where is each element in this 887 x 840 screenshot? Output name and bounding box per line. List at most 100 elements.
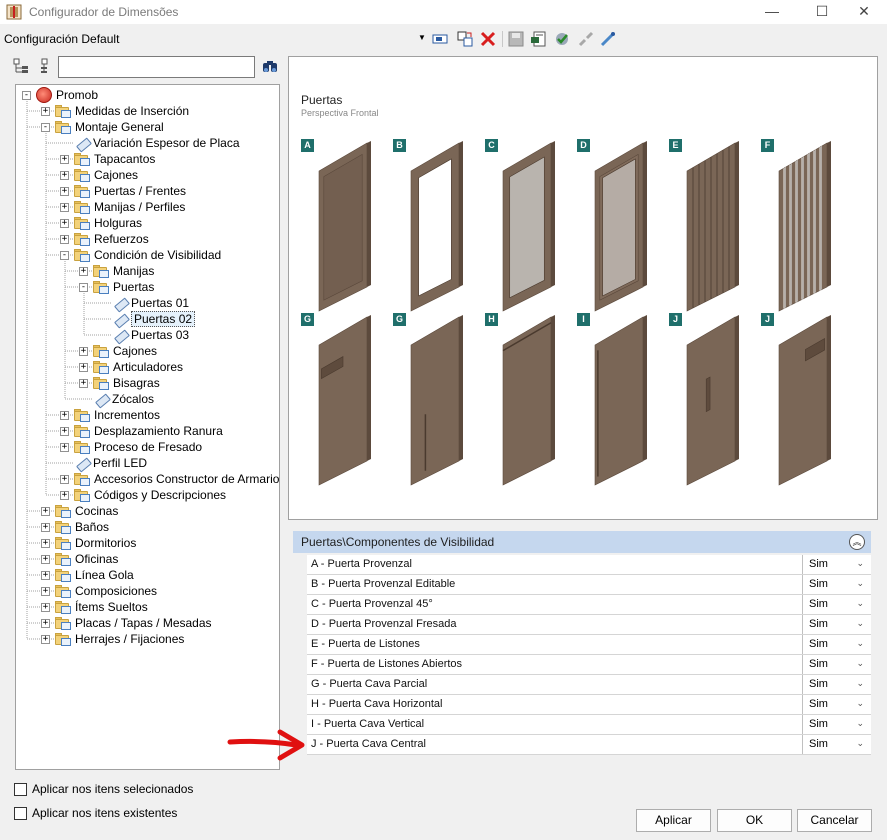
expand-icon[interactable]: + xyxy=(41,507,50,516)
property-row[interactable]: G - Puerta Cava Parcial Sim ⌄ xyxy=(307,675,871,695)
tree-node[interactable]: Puertas 02 xyxy=(112,311,196,327)
chevron-down-icon[interactable]: ⌄ xyxy=(856,558,864,569)
chevron-down-icon[interactable]: ⌄ xyxy=(856,678,864,689)
collapse-tree-icon[interactable]: - xyxy=(60,251,69,260)
property-value-select[interactable]: Sim ⌄ xyxy=(802,735,870,754)
tree-node[interactable]: Incrementos xyxy=(74,407,160,423)
chevron-down-icon[interactable]: ⌄ xyxy=(856,618,864,629)
binoculars-icon[interactable] xyxy=(262,58,278,74)
collapse-tree-icon[interactable]: - xyxy=(22,91,31,100)
category-tree[interactable]: Promob - Medidas de Inserción + Montaje Gene… xyxy=(15,84,280,770)
connect-icon[interactable] xyxy=(599,30,617,48)
property-value-select[interactable]: Sim ⌄ xyxy=(802,555,870,574)
expand-icon[interactable]: + xyxy=(60,171,69,180)
property-value-select[interactable]: Sim ⌄ xyxy=(802,655,870,674)
tree-node[interactable]: Cajones xyxy=(74,167,138,183)
tree-node[interactable]: Herrajes / Fijaciones xyxy=(55,631,184,647)
property-row[interactable]: I - Puerta Cava Vertical Sim ⌄ xyxy=(307,715,871,735)
tree-node[interactable]: Refuerzos xyxy=(74,231,149,247)
expand-icon[interactable]: + xyxy=(60,411,69,420)
property-value-select[interactable]: Sim ⌄ xyxy=(802,675,870,694)
property-value-select[interactable]: Sim ⌄ xyxy=(802,715,870,734)
maximize-button[interactable]: ☐ xyxy=(799,0,845,24)
chevron-down-icon[interactable]: ⌄ xyxy=(856,658,864,669)
property-row[interactable]: J - Puerta Cava Central Sim ⌄ xyxy=(307,735,871,755)
expand-icon[interactable]: + xyxy=(60,235,69,244)
delete-icon[interactable] xyxy=(479,30,497,48)
property-row[interactable]: C - Puerta Provenzal 45° Sim ⌄ xyxy=(307,595,871,615)
tree-node[interactable]: Montaje General xyxy=(55,119,164,135)
tree-node[interactable]: Bisagras xyxy=(93,375,160,391)
property-value-select[interactable]: Sim ⌄ xyxy=(802,615,870,634)
property-value-select[interactable]: Sim ⌄ xyxy=(802,575,870,594)
export-icon[interactable] xyxy=(530,30,548,48)
property-row[interactable]: B - Puerta Provenzal Editable Sim ⌄ xyxy=(307,575,871,595)
tree-node[interactable]: Línea Gola xyxy=(55,567,134,583)
expand-icon[interactable]: + xyxy=(41,571,50,580)
expand-icon[interactable]: + xyxy=(41,603,50,612)
cancel-button[interactable]: Cancelar xyxy=(797,809,872,832)
tree-node[interactable]: Variación Espesor de Placa xyxy=(74,135,240,151)
chevron-down-icon[interactable]: ⌄ xyxy=(856,598,864,609)
expand-icon[interactable]: + xyxy=(79,379,88,388)
tree-node[interactable]: Oficinas xyxy=(55,551,118,567)
tree-node[interactable]: Holguras xyxy=(74,215,142,231)
expand-icon[interactable]: + xyxy=(60,443,69,452)
tree-node[interactable]: Desplazamiento Ranura xyxy=(74,423,223,439)
expand-icon[interactable]: + xyxy=(79,347,88,356)
tree-node[interactable]: Zócalos xyxy=(93,391,154,407)
property-value-select[interactable]: Sim ⌄ xyxy=(802,635,870,654)
tree-node[interactable]: Puertas 03 xyxy=(112,327,189,343)
tree-node[interactable]: Códigos y Descripciones xyxy=(74,487,226,503)
ok-button[interactable]: OK xyxy=(717,809,792,832)
tree-node[interactable]: Proceso de Fresado xyxy=(74,439,202,455)
tree-node[interactable]: Tapacantos xyxy=(74,151,155,167)
disconnect-icon[interactable] xyxy=(577,30,595,48)
minimize-button[interactable]: — xyxy=(749,0,795,24)
collapse-tree-icon[interactable]: - xyxy=(79,283,88,292)
tree-node[interactable]: Puertas xyxy=(93,279,154,295)
collapse-all-icon[interactable] xyxy=(39,58,51,74)
collapse-tree-icon[interactable]: - xyxy=(41,123,50,132)
property-row[interactable]: H - Puerta Cava Horizontal Sim ⌄ xyxy=(307,695,871,715)
property-value-select[interactable]: Sim ⌄ xyxy=(802,695,870,714)
expand-all-icon[interactable] xyxy=(13,58,29,74)
tree-node[interactable]: Articuladores xyxy=(93,359,183,375)
save-icon[interactable] xyxy=(507,30,525,48)
expand-icon[interactable]: + xyxy=(79,267,88,276)
tree-node[interactable]: Puertas 01 xyxy=(112,295,189,311)
property-row[interactable]: A - Puerta Provenzal Sim ⌄ xyxy=(307,555,871,575)
tree-node[interactable]: Manijas / Perfiles xyxy=(74,199,185,215)
expand-icon[interactable]: + xyxy=(60,491,69,500)
expand-icon[interactable]: + xyxy=(41,587,50,596)
expand-icon[interactable]: + xyxy=(41,107,50,116)
tree-node[interactable]: Condición de Visibilidad xyxy=(74,247,221,263)
expand-icon[interactable]: + xyxy=(41,555,50,564)
collapse-icon[interactable]: ︽ xyxy=(849,534,865,550)
tree-node[interactable]: Cocinas xyxy=(55,503,118,519)
chevron-down-icon[interactable]: ⌄ xyxy=(856,698,864,709)
expand-icon[interactable]: + xyxy=(41,635,50,644)
validate-icon[interactable] xyxy=(553,30,571,48)
tree-node[interactable]: Perfil LED xyxy=(74,455,147,471)
tree-node[interactable]: Manijas xyxy=(93,263,154,279)
tree-node[interactable]: Composiciones xyxy=(55,583,157,599)
property-value-select[interactable]: Sim ⌄ xyxy=(802,595,870,614)
tree-node[interactable]: Dormitorios xyxy=(55,535,136,551)
expand-icon[interactable]: + xyxy=(60,203,69,212)
expand-icon[interactable]: + xyxy=(41,619,50,628)
expand-icon[interactable]: + xyxy=(60,155,69,164)
expand-icon[interactable]: + xyxy=(41,539,50,548)
tree-node[interactable]: Promob xyxy=(36,87,98,103)
chevron-down-icon[interactable]: ▼ xyxy=(417,33,427,43)
expand-icon[interactable]: + xyxy=(41,523,50,532)
apply-existing-checkbox[interactable] xyxy=(14,807,27,820)
expand-icon[interactable]: + xyxy=(60,427,69,436)
expand-icon[interactable]: + xyxy=(60,475,69,484)
apply-selected-checkbox[interactable] xyxy=(14,783,27,796)
search-input[interactable] xyxy=(58,56,255,78)
chevron-down-icon[interactable]: ⌄ xyxy=(856,738,864,749)
chevron-down-icon[interactable]: ⌄ xyxy=(856,638,864,649)
expand-icon[interactable]: + xyxy=(60,219,69,228)
property-row[interactable]: E - Puerta de Listones Sim ⌄ xyxy=(307,635,871,655)
